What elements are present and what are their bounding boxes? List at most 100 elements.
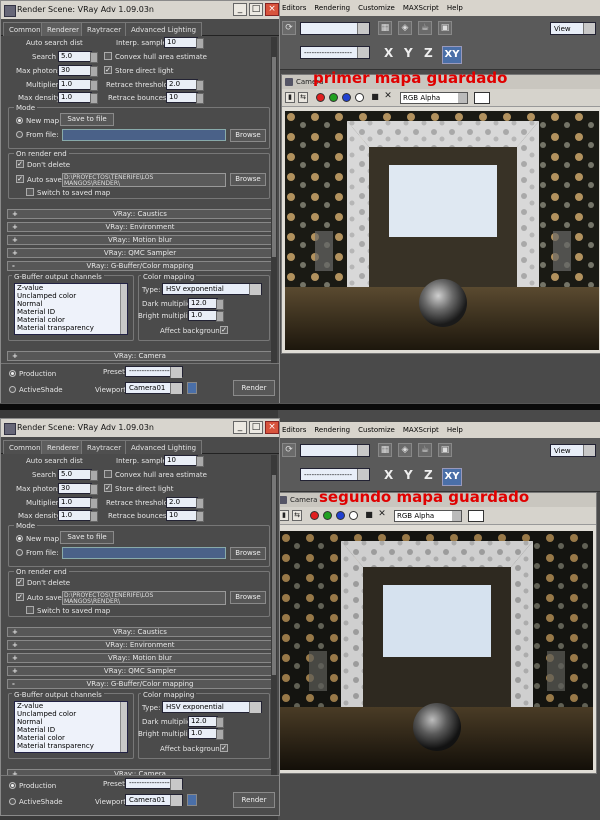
list-item[interactable]: Z-value [15,284,127,292]
menu-customize[interactable]: Customize [358,4,395,12]
list-item[interactable]: Material transparency [15,742,127,750]
maximize-button[interactable]: □ [249,3,263,16]
menu-rendering[interactable]: Rendering [314,4,350,12]
new-map-radio[interactable] [16,117,23,124]
tab-common[interactable]: Common [3,440,47,454]
axis-z-button[interactable]: Z [424,46,433,60]
store-direct-checkbox[interactable]: ✓ [104,66,112,74]
alpha-channel-icon[interactable] [349,511,358,520]
selection-dropdown[interactable]: ------------------- [300,468,370,481]
list-scrollbar[interactable] [120,284,127,334]
menu-help[interactable]: Help [447,426,463,434]
save-to-file-button[interactable]: Save to file [60,531,114,544]
activeshade-radio[interactable] [9,798,16,805]
from-file-browse-button[interactable]: Browse [230,547,266,560]
material-icon[interactable]: ◈ [398,443,412,457]
activeshade-radio[interactable] [9,386,16,393]
quick-render-icon[interactable]: ☕ [418,21,432,35]
color-swatch[interactable] [474,92,490,104]
minimize-button[interactable]: _ [233,421,247,434]
rollout-environment[interactable]: + VRay:: Environment [7,640,272,650]
list-item[interactable]: Z-value [15,702,127,710]
menu-editors[interactable]: Editors [282,426,306,434]
tab-raytracer[interactable]: Raytracer [81,22,128,36]
auto-save-path[interactable]: D:\PROYECTOS\TENERIFE\LOS MANGOS\RENDER\ [62,591,226,605]
bright-multiplier-input[interactable]: 1.0 [188,728,224,740]
green-channel-icon[interactable] [323,511,332,520]
maximize-button[interactable]: □ [249,421,263,434]
convex-hull-checkbox[interactable] [104,52,112,60]
rollout-motion-blur[interactable]: + VRay:: Motion blur [7,653,272,663]
green-channel-icon[interactable] [329,93,338,102]
rollout-motion-blur[interactable]: + VRay:: Motion blur [7,235,272,245]
clear-icon[interactable]: ✕ [383,92,393,103]
selection-dropdown[interactable]: ------------------- [300,46,370,59]
blue-channel-icon[interactable] [336,511,345,520]
auto-save-browse-button[interactable]: Browse [230,591,266,604]
rollout-environment[interactable]: + VRay:: Environment [7,222,272,232]
minimize-button[interactable]: _ [233,3,247,16]
list-item[interactable]: Material color [15,316,127,324]
named-selection-dropdown[interactable] [300,22,370,35]
render-icon[interactable]: ▣ [438,443,452,457]
max-density-input[interactable]: 1.0 [58,92,98,104]
mono-icon[interactable]: ■ [364,510,374,521]
blue-channel-icon[interactable] [342,93,351,102]
save-to-file-button[interactable]: Save to file [60,113,114,126]
from-file-path[interactable] [62,129,226,141]
view-dropdown[interactable]: View [550,444,596,457]
clone-icon[interactable]: ⇆ [292,510,302,521]
clone-icon[interactable]: ⇆ [298,92,308,103]
named-selection-dropdown[interactable] [300,444,370,457]
from-file-radio[interactable] [16,549,23,556]
multiplier-input[interactable]: 1.0 [58,497,98,509]
new-map-radio[interactable] [16,535,23,542]
panel-scrollbar[interactable] [271,455,277,785]
production-radio[interactable] [9,370,16,377]
viewport-dropdown[interactable]: Camera01 [125,794,183,806]
render-button[interactable]: Render [233,792,275,808]
lock-icon[interactable] [187,382,197,394]
affect-background-checkbox[interactable]: ✓ [220,744,228,752]
bright-multiplier-input[interactable]: 1.0 [188,310,224,322]
store-direct-checkbox[interactable]: ✓ [104,484,112,492]
close-button[interactable]: × [265,421,279,434]
convex-hull-checkbox[interactable] [104,470,112,478]
color-mapping-type-dropdown[interactable]: HSV exponential [162,701,262,713]
render-icon[interactable]: ▣ [438,21,452,35]
rollout-gbuffer[interactable]: - VRay:: G-Buffer/Color mapping [7,679,272,689]
menu-customize[interactable]: Customize [358,426,395,434]
menu-rendering[interactable]: Rendering [314,426,350,434]
axis-x-button[interactable]: X [384,468,393,482]
menu-editors[interactable]: Editors [282,4,306,12]
viewport-dropdown[interactable]: Camera01 [125,382,183,394]
tab-raytracer[interactable]: Raytracer [81,440,128,454]
gbuffer-channel-list[interactable]: Z-value Unclamped color Normal Material … [14,283,128,335]
axis-xy-button[interactable]: XY [442,46,462,64]
gbuffer-channel-list[interactable]: Z-value Unclamped color Normal Material … [14,701,128,753]
red-channel-icon[interactable] [316,93,325,102]
retrace-threshold-input[interactable]: 2.0 [166,497,204,509]
tab-advanced-lighting[interactable]: Advanced Lighting [125,22,203,36]
axis-y-button[interactable]: Y [404,46,413,60]
layer-icon[interactable]: ▦ [378,21,392,35]
rollout-camera[interactable]: + VRay:: Camera [7,351,272,361]
channel-dropdown[interactable]: RGB Alpha [394,510,462,522]
list-scrollbar[interactable] [120,702,127,752]
tab-common[interactable]: Common [3,22,47,36]
save-image-icon[interactable]: ▮ [279,510,289,521]
axis-z-button[interactable]: Z [424,468,433,482]
preset-dropdown[interactable]: ------------------- [125,366,183,378]
list-item[interactable]: Material ID [15,726,127,734]
auto-save-path[interactable]: D:\PROYECTOS\TENERIFE\LOS MANGOS\RENDER\ [62,173,226,187]
color-mapping-type-dropdown[interactable]: HSV exponential [162,283,262,295]
list-item[interactable]: Unclamped color [15,292,127,300]
auto-save-checkbox[interactable]: ✓ [16,175,24,183]
dark-multiplier-input[interactable]: 12.0 [188,298,224,310]
preset-dropdown[interactable]: ------------------- [125,778,183,790]
from-file-radio[interactable] [16,131,23,138]
save-image-icon[interactable]: ▮ [285,92,295,103]
auto-save-browse-button[interactable]: Browse [230,173,266,186]
layer-icon[interactable]: ▦ [378,443,392,457]
search-dist-input[interactable]: 5.0 [58,469,98,481]
